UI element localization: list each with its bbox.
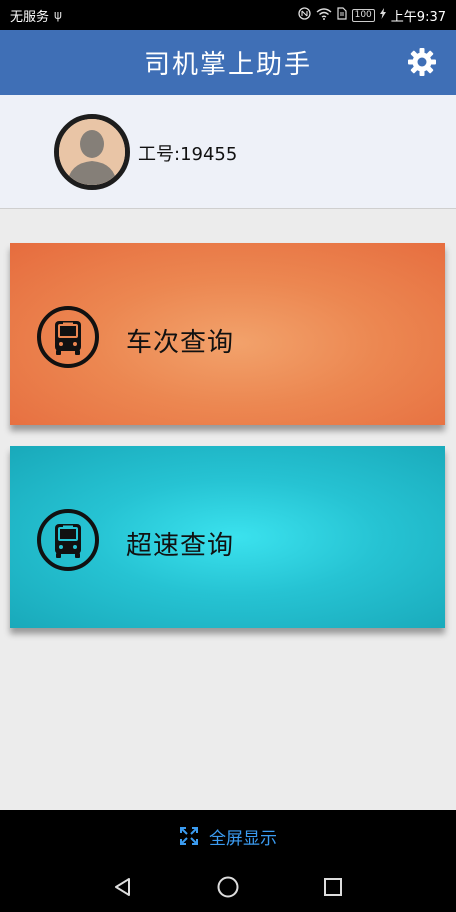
triangle-back-icon <box>114 878 130 896</box>
speeding-query-label: 超速查询 <box>126 531 235 561</box>
sim-icon <box>337 7 347 23</box>
person-avatar-icon <box>59 119 125 185</box>
app-header: 司机掌上助手 <box>0 30 456 95</box>
usb-icon: ψ <box>54 8 62 22</box>
system-nav-bar <box>0 862 456 912</box>
app-title: 司机掌上助手 <box>143 50 312 80</box>
avatar[interactable] <box>54 114 130 190</box>
fullscreen-label: 全屏显示 <box>209 828 277 849</box>
nav-recents-button[interactable] <box>315 869 351 905</box>
status-left: 无服务 ψ <box>10 6 62 25</box>
profile-panel: 工号:19455 <box>0 95 456 209</box>
gear-icon <box>408 48 436 76</box>
settings-button[interactable] <box>404 44 440 80</box>
status-bar: 无服务 ψ 100 上午9:37 <box>0 0 456 30</box>
bus-icon <box>37 509 99 571</box>
battery-icon: 100 <box>351 8 375 22</box>
status-right: 100 上午9:37 <box>297 6 446 25</box>
expand-icon <box>180 827 198 845</box>
charging-icon <box>379 8 386 22</box>
fullscreen-button[interactable]: 全屏显示 <box>0 810 456 862</box>
nav-home-button[interactable] <box>210 869 246 905</box>
train-query-label: 车次查询 <box>126 328 235 358</box>
nav-back-button[interactable] <box>105 869 141 905</box>
bus-icon <box>37 306 99 368</box>
nfc-icon <box>297 7 311 23</box>
wifi-icon <box>316 7 332 23</box>
carrier-text: 无服务 <box>10 9 50 25</box>
train-query-card[interactable]: 车次查询 <box>10 243 445 425</box>
speeding-query-card[interactable]: 超速查询 <box>10 446 445 628</box>
clock-text: 上午9:37 <box>390 9 446 25</box>
square-recents-icon <box>324 878 343 896</box>
employee-id: 工号:19455 <box>138 144 238 165</box>
circle-home-icon <box>217 876 239 898</box>
